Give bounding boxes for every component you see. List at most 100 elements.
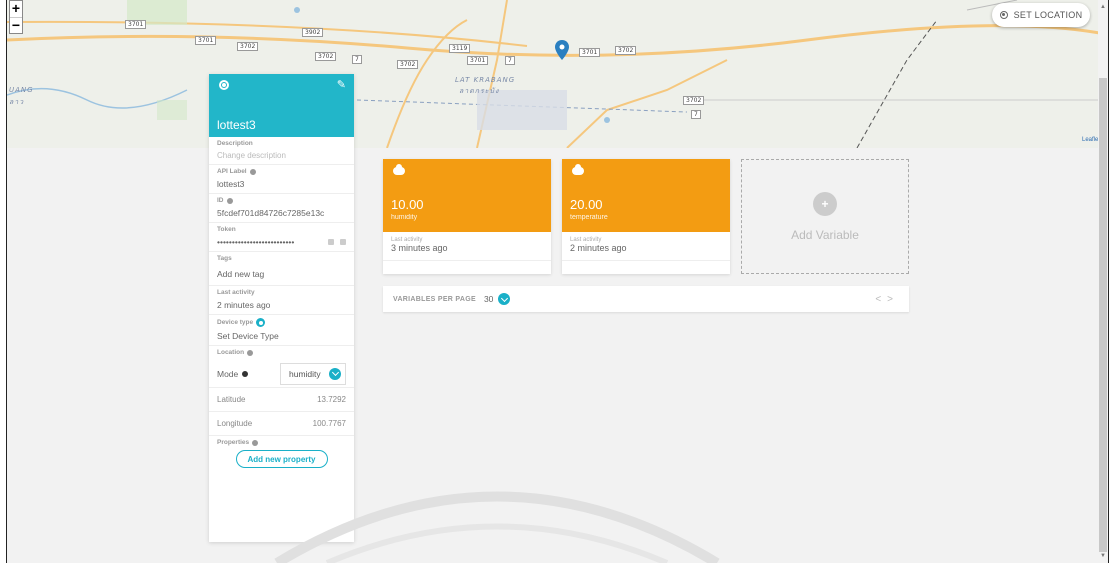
app-frame: 3701 3701 3702 3902 3702 7 3702 3119 370… <box>6 0 1109 563</box>
location-map[interactable]: 3701 3701 3702 3902 3702 7 3702 3119 370… <box>7 0 1108 148</box>
page-scrollbar[interactable]: ▲ ▼ <box>1098 0 1108 563</box>
mode-row: Mode humidity <box>209 360 354 388</box>
id-value: 5fcdef701d84726c7285e13c <box>217 208 325 218</box>
api-label-label: API Label <box>217 168 247 175</box>
variable-card[interactable]: 20.00 temperature Last activity 2 minute… <box>562 159 730 274</box>
area-label: UANG <box>9 86 34 94</box>
last-activity-label: Last activity <box>217 289 255 296</box>
card-footer <box>562 260 730 274</box>
last-activity-field: Last activity 2 minutes ago <box>209 286 354 315</box>
variable-last-activity: 3 minutes ago <box>391 243 448 253</box>
map-zoom-control: + − <box>9 0 23 34</box>
road-label: 3701 <box>467 56 489 65</box>
id-label: ID <box>217 197 224 204</box>
token-field: Token •••••••••••••••••••••••••• <box>209 223 354 252</box>
mode-value: humidity <box>289 368 321 379</box>
last-activity-value: 2 minutes ago <box>217 300 271 310</box>
longitude-label: Longitude <box>217 419 253 428</box>
road-label: 7 <box>505 56 515 65</box>
road-label: 3902 <box>302 28 324 37</box>
per-page-value[interactable]: 30 <box>484 294 493 304</box>
description-field: Description Change description <box>209 137 354 165</box>
latitude-label: Latitude <box>217 395 246 404</box>
road-label: 3702 <box>615 46 637 55</box>
token-value: •••••••••••••••••••••••••• <box>217 237 295 247</box>
copy-icon[interactable] <box>328 239 334 245</box>
info-icon[interactable] <box>242 370 249 377</box>
info-icon[interactable] <box>249 168 256 175</box>
longitude-value: 100.7767 <box>312 419 346 428</box>
location-label: Location <box>217 349 245 356</box>
road-label: 3702 <box>315 52 337 61</box>
api-label-field: API Label lottest3 <box>209 165 354 194</box>
chevron-down-icon <box>329 367 341 380</box>
description-label: Description <box>217 140 253 147</box>
add-variable-label: Add Variable <box>791 227 859 242</box>
tags-field: Tags Add new tag <box>209 252 354 286</box>
variable-last-activity-label: Last activity <box>570 237 602 243</box>
edit-pencil-icon[interactable]: ✎ <box>337 78 346 91</box>
scrollbar-thumb[interactable] <box>1099 78 1107 552</box>
variable-value: 20.00 <box>570 197 603 212</box>
map-marker-icon[interactable] <box>555 40 569 60</box>
road-label: 3702 <box>237 42 259 51</box>
zoom-out-button[interactable]: − <box>10 17 22 33</box>
variables-pager: VARIABLES PER PAGE 30 <> <box>383 286 909 312</box>
variable-last-activity: 2 minutes ago <box>570 243 627 253</box>
tags-input[interactable]: Add new tag <box>217 266 346 281</box>
latitude-row: Latitude 13.7292 <box>209 388 354 412</box>
zoom-in-button[interactable]: + <box>10 1 22 17</box>
longitude-row: Longitude 100.7767 <box>209 412 354 436</box>
location-target-icon <box>999 11 1008 19</box>
properties-label: Properties <box>217 439 250 446</box>
road-label: 7 <box>691 110 701 119</box>
token-label: Token <box>217 226 236 233</box>
device-type-value[interactable]: Set Device Type <box>217 331 346 341</box>
properties-field: Properties <box>209 436 354 446</box>
set-location-button[interactable]: SET LOCATION <box>992 3 1090 27</box>
device-name: lottest3 <box>217 118 256 132</box>
device-header: ✎ lottest3 <box>209 74 354 137</box>
device-type-icon[interactable] <box>256 318 266 327</box>
prev-page-button[interactable]: < <box>875 294 887 305</box>
add-variable-card[interactable]: + Add Variable <box>741 159 909 274</box>
show-token-icon[interactable] <box>340 239 346 245</box>
scroll-up-icon[interactable]: ▲ <box>1100 4 1106 10</box>
road-label: 3701 <box>195 36 217 45</box>
device-icon <box>219 80 229 90</box>
info-icon[interactable] <box>247 349 254 356</box>
per-page-chevron-icon[interactable] <box>498 293 511 305</box>
description-input[interactable]: Change description <box>217 151 346 160</box>
add-property-button[interactable]: Add new property <box>235 450 328 468</box>
set-location-label: SET LOCATION <box>1013 10 1083 20</box>
scroll-down-icon[interactable]: ▼ <box>1100 553 1106 559</box>
area-label: ลาว <box>9 98 25 106</box>
info-icon[interactable] <box>226 197 233 204</box>
variable-name: humidity <box>391 214 418 221</box>
road-label: 3119 <box>449 44 471 53</box>
plus-icon: + <box>813 191 837 216</box>
road-label: 3701 <box>125 20 147 29</box>
area-label: ลาดกระบัง <box>459 87 500 95</box>
card-footer <box>383 260 551 274</box>
next-page-button[interactable]: > <box>887 294 899 305</box>
latitude-value: 13.7292 <box>317 395 346 404</box>
area-label: LAT KRABANG <box>455 76 516 84</box>
variable-card[interactable]: 10.00 humidity Last activity 3 minutes a… <box>383 159 551 274</box>
road-label: 3701 <box>579 48 601 57</box>
cloud-icon <box>572 164 584 175</box>
tags-label: Tags <box>217 255 232 262</box>
watermark-arcs <box>274 491 720 563</box>
page-nav: <> <box>875 294 899 305</box>
location-field: Location <box>209 346 354 356</box>
variable-value: 10.00 <box>391 197 424 212</box>
mode-select[interactable]: humidity <box>280 362 346 385</box>
cloud-icon <box>393 164 405 175</box>
road-label: 7 <box>352 55 362 64</box>
variable-name: temperature <box>570 214 608 221</box>
variable-last-activity-label: Last activity <box>391 237 423 243</box>
info-icon[interactable] <box>252 439 259 446</box>
per-page-label: VARIABLES PER PAGE <box>393 295 476 303</box>
id-field: ID 5fcdef701d84726c7285e13c <box>209 194 354 223</box>
api-label-value[interactable]: lottest3 <box>217 179 346 189</box>
